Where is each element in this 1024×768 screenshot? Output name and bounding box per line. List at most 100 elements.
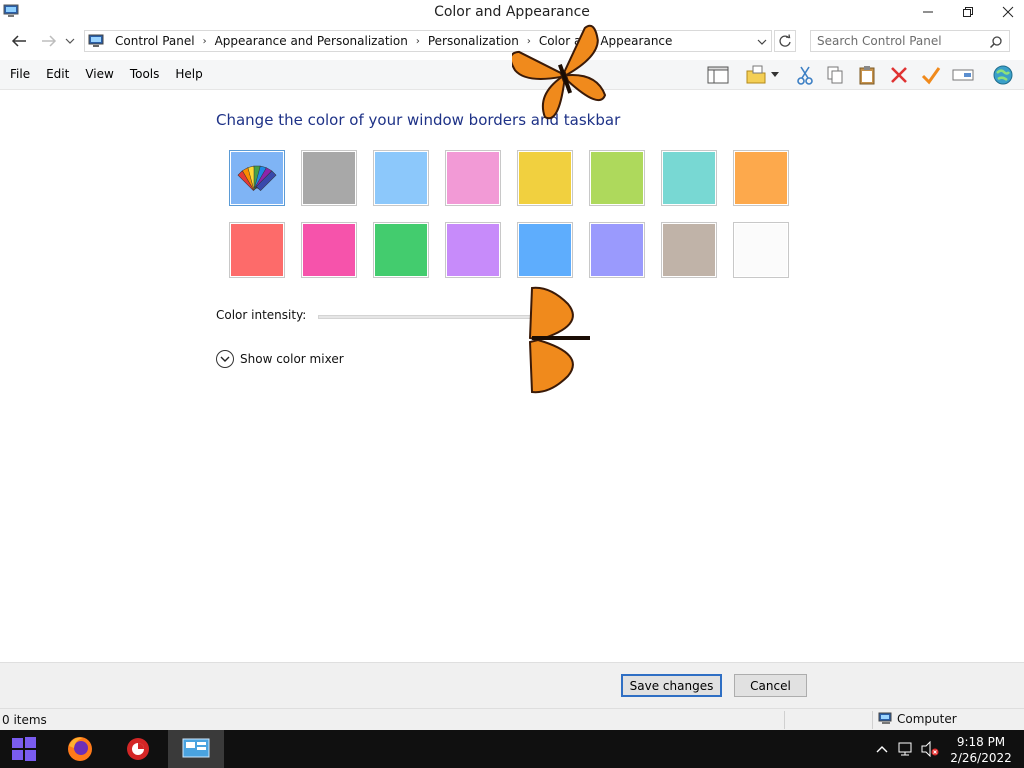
color-swatch[interactable] [661,222,717,278]
status-bar: 0 items Computer [0,708,1024,730]
color-swatch-fill [231,152,283,204]
clock-time: 9:18 PM [956,735,1006,749]
breadcrumb-separator[interactable]: › [201,36,209,47]
new-folder-icon [746,65,766,84]
breadcrumb-control-panel[interactable]: Control Panel [109,34,201,48]
taskbar-control-panel[interactable] [168,730,224,768]
copy-button[interactable] [822,63,848,87]
globe-button[interactable] [990,63,1016,87]
show-color-mixer-toggle[interactable]: Show color mixer [216,350,344,368]
taskbar-clock[interactable]: 9:18 PM 2/26/2022 [946,734,1016,766]
search-box[interactable] [810,30,1010,52]
color-swatch[interactable] [517,150,573,206]
color-swatch[interactable] [445,150,501,206]
search-input[interactable] [817,33,977,49]
menu-edit[interactable]: Edit [40,67,75,81]
color-swatch[interactable] [373,222,429,278]
paste-button[interactable] [854,63,880,87]
color-swatch[interactable] [229,150,285,206]
color-swatch[interactable] [733,150,789,206]
delete-button[interactable] [886,63,912,87]
color-swatch-fill [447,152,499,204]
color-swatch[interactable] [589,222,645,278]
butterfly-icon [528,286,590,394]
chevron-down-icon[interactable] [216,350,234,368]
taskbar-firefox[interactable] [52,730,108,768]
layout-button[interactable] [705,63,731,87]
close-button[interactable] [986,0,1024,24]
start-button[interactable] [0,730,48,768]
show-hidden-icons-button[interactable] [876,743,888,757]
rename-button[interactable] [950,63,976,87]
cut-icon [797,66,813,85]
cleaner-icon [127,738,149,760]
search-icon[interactable] [989,35,1003,52]
dialog-footer: Save changes Cancel [0,662,1024,708]
color-swatch[interactable] [301,222,357,278]
show-color-mixer-label[interactable]: Show color mixer [240,352,344,366]
color-swatch[interactable] [373,150,429,206]
globe-icon [993,65,1013,85]
breadcrumb-separator[interactable]: › [414,36,422,47]
address-bar[interactable]: Control Panel › Appearance and Personali… [84,30,772,52]
volume-button[interactable] [920,740,940,760]
close-icon [1002,6,1014,18]
color-swatch-fill [663,224,715,276]
network-button[interactable] [898,741,916,760]
address-dropdown-button[interactable] [755,34,769,50]
color-swatch[interactable] [589,150,645,206]
breadcrumb-appearance-and-personalization[interactable]: Appearance and Personalization [209,34,414,48]
volume-muted-icon [921,740,939,758]
color-swatch-fill [375,224,427,276]
cut-button[interactable] [792,63,818,87]
maximize-icon [963,7,973,17]
color-swatch-fill [375,152,427,204]
chevron-down-icon [771,72,779,77]
rename-icon [952,69,974,81]
menu-view[interactable]: View [79,67,119,81]
back-button[interactable] [8,31,30,51]
color-intensity-slider[interactable] [318,315,548,319]
windows-logo-icon [12,737,36,761]
title-bar: Color and Appearance [0,0,1024,26]
copy-icon [827,66,843,84]
color-swatch[interactable] [517,222,573,278]
breadcrumb-personalization[interactable]: Personalization [422,34,525,48]
minimize-button[interactable] [906,0,950,24]
color-swatch-fill [591,224,643,276]
color-swatch[interactable] [733,222,789,278]
color-swatch[interactable] [301,150,357,206]
menu-file[interactable]: File [4,67,36,81]
new-folder-button[interactable] [743,63,769,87]
recent-locations-button[interactable] [62,31,78,51]
color-swatch-fill [735,152,787,204]
apply-button[interactable] [918,63,944,87]
new-folder-dropdown[interactable] [768,63,782,87]
forward-button[interactable] [38,31,60,51]
status-divider [872,711,873,729]
color-swatch-fill [519,224,571,276]
color-swatch-fill [591,152,643,204]
color-swatch[interactable] [445,222,501,278]
taskbar-cleaner[interactable] [110,730,166,768]
color-swatch[interactable] [661,150,717,206]
menu-help[interactable]: Help [169,67,208,81]
forward-arrow-icon [42,35,57,47]
cancel-button[interactable]: Cancel [734,674,807,697]
paste-icon [859,66,875,85]
save-changes-button[interactable]: Save changes [621,674,722,697]
color-intensity-label: Color intensity: [216,308,307,322]
status-location-label: Computer [897,712,957,726]
color-swatch-fill [447,224,499,276]
chevron-down-icon [65,38,75,44]
refresh-icon [779,34,791,47]
color-swatch[interactable] [229,222,285,278]
maximize-button[interactable] [946,0,990,24]
status-location: Computer [878,712,957,726]
chevron-down-icon [757,39,767,45]
refresh-button[interactable] [774,30,796,52]
color-swatch-fill [303,152,355,204]
computer-icon [88,33,104,52]
color-swatch-fill [303,224,355,276]
menu-tools[interactable]: Tools [124,67,166,81]
